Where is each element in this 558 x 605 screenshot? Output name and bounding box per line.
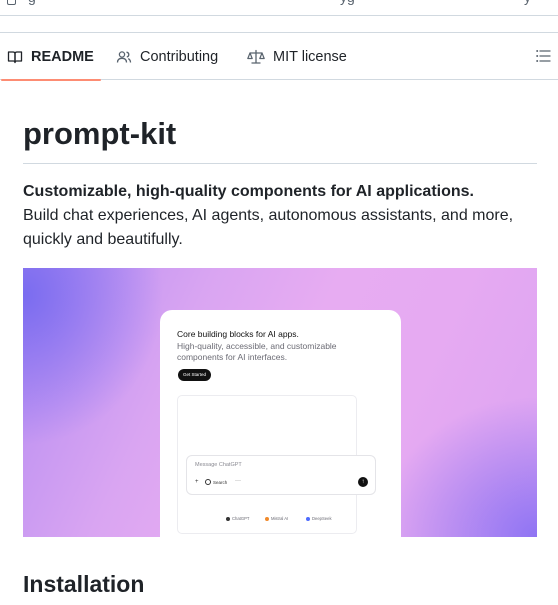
file-icon: [7, 0, 16, 5]
top-strip-fragment-mid: yg: [340, 0, 355, 5]
tab-contributing-label: Contributing: [140, 48, 219, 65]
hero-card: Core building blocks for AI apps. High-q…: [160, 310, 401, 537]
outline-toggle-button[interactable]: [535, 48, 551, 69]
model-mistral: Mistral AI: [265, 516, 288, 521]
tab-contributing[interactable]: Contributing: [116, 33, 218, 80]
arrow-up-icon: ↑: [358, 477, 368, 487]
top-strip-fragment-left: g: [28, 0, 36, 5]
mistral-logo-icon: [265, 516, 269, 521]
tab-readme[interactable]: README: [1, 33, 101, 81]
model-deepseek: DeepSeek: [306, 516, 332, 521]
plus-icon: +: [195, 479, 199, 485]
globe-icon: [205, 479, 211, 485]
tab-readme-label: README: [31, 48, 94, 65]
deepseek-logo-icon: [306, 516, 310, 521]
hero-message-input: Message ChatGPT + Search ··· ↑: [186, 455, 376, 495]
hero-card-title: Core building blocks for AI apps.: [177, 329, 299, 339]
readme-tagline: Customizable, high-quality components fo…: [23, 180, 537, 252]
hero-get-started-button: Get Started: [178, 369, 212, 381]
chatgpt-logo-icon: [226, 516, 230, 521]
top-strip: g yg y: [0, 0, 558, 16]
tagline-rest: Build chat experiences, AI agents, auton…: [23, 207, 514, 248]
top-strip-fragment-right: y: [524, 0, 531, 5]
hero-search-chip: Search: [205, 479, 227, 485]
installation-heading: Installation: [23, 571, 145, 597]
people-icon: [116, 50, 132, 63]
more-icon: ···: [235, 478, 241, 484]
hero-image[interactable]: Core building blocks for AI apps. High-q…: [23, 268, 537, 537]
law-icon: [247, 49, 265, 64]
list-unordered-icon: [536, 50, 551, 62]
hero-message-placeholder: Message ChatGPT: [195, 462, 242, 468]
tab-mit-license-label: MIT license: [273, 48, 347, 65]
model-chatgpt: ChatGPT: [226, 516, 249, 521]
hero-search-label: Search: [213, 479, 228, 485]
tagline-bold: Customizable, high-quality components fo…: [23, 183, 474, 200]
hero-card-subtitle: High-quality, accessible, and customizab…: [177, 341, 337, 362]
readme-tabs: README Contributing MIT license: [0, 32, 558, 81]
book-icon: [7, 50, 23, 63]
readme-title: prompt-kit: [23, 116, 537, 164]
tab-mit-license[interactable]: MIT license: [247, 33, 347, 80]
